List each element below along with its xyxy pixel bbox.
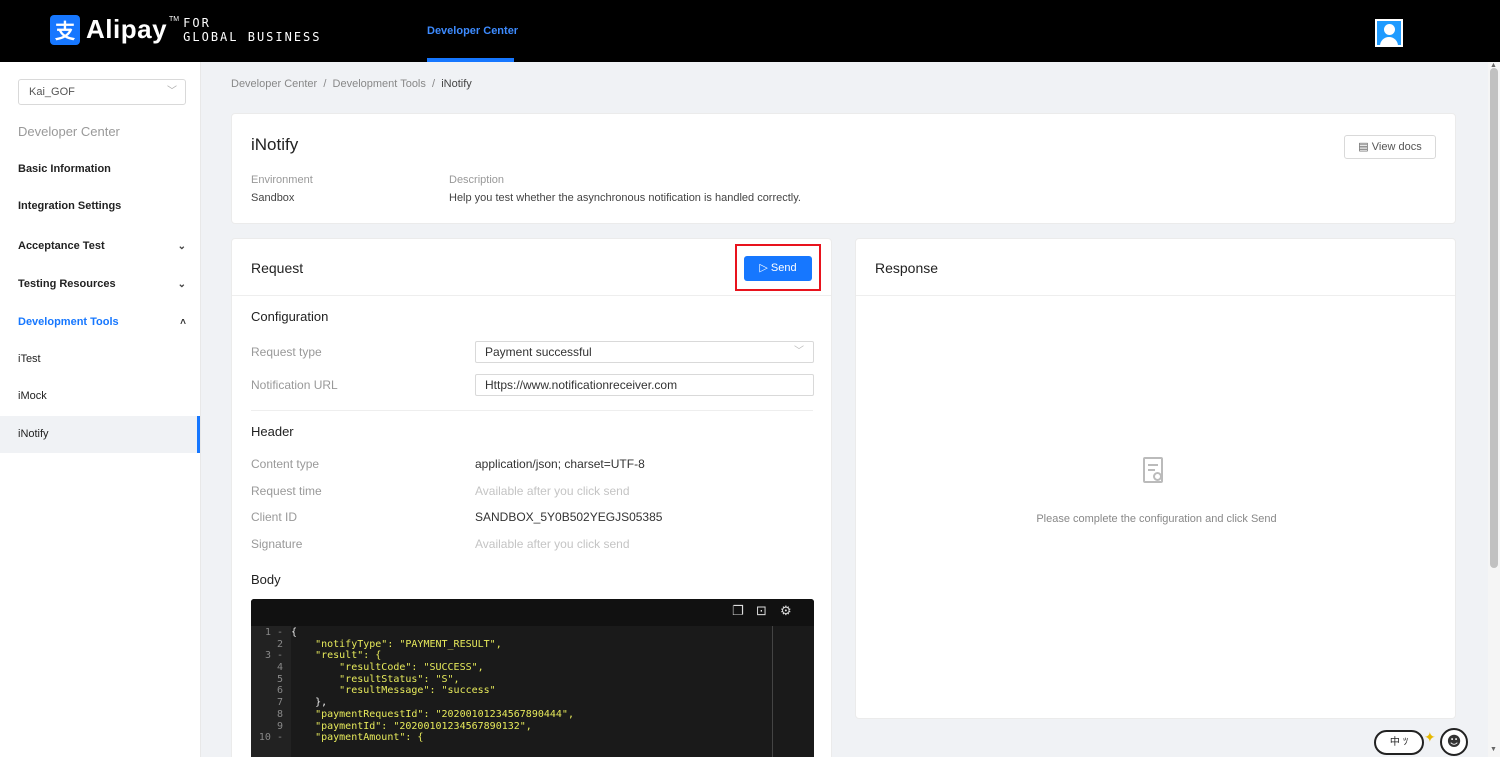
alipay-logo[interactable]: 支 Alipay TM FOR GLOBAL BUSINESS (50, 14, 322, 45)
chevron-down-icon: ⌄ (177, 279, 186, 290)
body-section-title: Body (251, 572, 281, 587)
chevron-down-icon: ⌄ (177, 241, 186, 252)
divider (251, 410, 813, 411)
nav-active-underline (427, 58, 514, 62)
chevron-up-icon: ˄ (180, 317, 186, 328)
terminal-icon[interactable]: ⊡ (756, 604, 767, 619)
environment-value: Sandbox (251, 192, 295, 204)
header-section-title: Header (251, 424, 294, 439)
send-button[interactable]: ▷ Send (744, 256, 812, 281)
code-lines: 1 -{ 2 "notifyType": "PAYMENT_RESULT", 3… (251, 627, 814, 744)
code-line: 2 "notifyType": "PAYMENT_RESULT", (276, 638, 502, 650)
signature-label: Signature (251, 537, 303, 551)
request-time-value: Available after you click send (475, 484, 630, 498)
empty-document-icon (1143, 457, 1163, 483)
scroll-down-icon[interactable]: ▼ (1490, 746, 1497, 753)
tool-info-card: iNotify ▤ View docs Environment Sandbox … (231, 113, 1456, 224)
breadcrumb-development-tools[interactable]: Development Tools (333, 78, 426, 90)
code-line: 8 "paymentRequestId": "20200101234567890… (276, 708, 574, 720)
nav-developer-center[interactable]: Developer Center (427, 0, 518, 62)
sparkle-icon: ✦ (1424, 730, 1436, 746)
code-line: 10 - "paymentAmount": { (258, 732, 424, 744)
client-id-value: SANDBOX_5Y0B502YEGJS05385 (475, 510, 663, 524)
breadcrumb-developer-center[interactable]: Developer Center (231, 78, 317, 90)
content-type-value: application/json; charset=UTF-8 (475, 457, 645, 471)
notification-url-label: Notification URL (251, 378, 338, 392)
breadcrumb: Developer Center / Development Tools / i… (231, 78, 472, 90)
request-header: Request ▷ Send (232, 239, 831, 296)
content-type-label: Content type (251, 457, 320, 471)
body-code-editor[interactable]: ❐ ⊡ ⚙ 1 -{ 2 "notifyType": "PAYMENT_RESU… (251, 599, 814, 757)
sidebar-item-acceptance-test[interactable]: Acceptance Test ⌄ (0, 228, 200, 265)
sidebar-item-imock[interactable]: iMock (0, 378, 200, 415)
ime-mascot-icon[interactable]: ☻ (1440, 728, 1468, 756)
page-scrollbar[interactable]: ▲ ▼ (1488, 62, 1500, 757)
brand-name: Alipay (86, 14, 168, 44)
request-type-label: Request type (251, 345, 322, 359)
alipay-logo-icon: 支 (50, 14, 80, 45)
sidebar: Kai_GOF ﹀ Developer Center Basic Informa… (0, 62, 201, 757)
code-line: 4 "resultCode": "SUCCESS", (276, 662, 484, 674)
code-line: 7 }, (276, 697, 328, 709)
response-empty-text: Please complete the configuration and cl… (1036, 513, 1277, 525)
description-value: Help you test whether the asynchronous n… (449, 192, 801, 204)
response-header: Response (856, 239, 1455, 296)
configuration-title: Configuration (251, 309, 329, 324)
brand-tm: TM (169, 16, 180, 23)
sidebar-item-development-tools[interactable]: Development Tools ˄ (0, 304, 200, 341)
notification-url-input[interactable]: Https://www.notificationreceiver.com (475, 374, 814, 396)
environment-label: Environment (251, 174, 313, 186)
client-id-label: Client ID (251, 510, 298, 524)
chevron-down-icon: ﹀ (167, 86, 177, 97)
gear-icon[interactable]: ⚙ (780, 604, 792, 619)
sidebar-item-basic-information[interactable]: Basic Information (0, 151, 200, 188)
code-line: 1 -{ (264, 627, 298, 638)
page-title: iNotify (251, 135, 299, 154)
code-line: 9 "paymentId": "20200101234567890132", (276, 720, 532, 732)
chevron-down-icon: ﹀ (794, 346, 804, 357)
sidebar-item-inotify[interactable]: iNotify (0, 416, 200, 453)
signature-value: Available after you click send (475, 537, 630, 551)
user-avatar[interactable] (1375, 19, 1403, 47)
breadcrumb-inotify: iNotify (441, 78, 472, 90)
request-time-label: Request time (251, 484, 322, 498)
top-bar: 支 Alipay TM FOR GLOBAL BUSINESS Develope… (0, 0, 1500, 62)
code-line: 5 "resultStatus": "S", (276, 673, 460, 685)
sidebar-item-testing-resources[interactable]: Testing Resources ⌄ (0, 266, 200, 303)
request-title: Request (251, 260, 304, 276)
send-icon: ▷ (759, 262, 768, 274)
sidebar-title: Developer Center (18, 124, 120, 139)
sidebar-item-itest[interactable]: iTest (0, 341, 200, 378)
account-select[interactable]: Kai_GOF ﹀ (18, 79, 186, 105)
request-type-select[interactable]: Payment successful ﹀ (475, 341, 814, 363)
book-icon: ▤ (1358, 141, 1369, 153)
description-label: Description (449, 174, 505, 186)
response-card: Response Please complete the configurati… (855, 238, 1456, 719)
ime-widget[interactable]: 中 ﾂ ✦ ☻ (1374, 728, 1478, 757)
scroll-thumb[interactable] (1490, 68, 1498, 568)
code-line: 3 - "result": { (264, 650, 382, 662)
request-card: Request ▷ Send Configuration Request typ… (231, 238, 832, 757)
code-toolbar: ❐ ⊡ ⚙ (251, 599, 814, 626)
sidebar-item-integration-settings[interactable]: Integration Settings (0, 188, 200, 225)
copy-icon[interactable]: ❐ (732, 604, 744, 619)
view-docs-button[interactable]: ▤ View docs (1344, 135, 1436, 159)
response-title: Response (875, 260, 939, 276)
brand-subtitle: FOR GLOBAL BUSINESS (183, 15, 322, 44)
code-line: 6 "resultMessage": "success" (276, 685, 496, 697)
ime-language-toggle[interactable]: 中 ﾂ (1374, 730, 1424, 755)
